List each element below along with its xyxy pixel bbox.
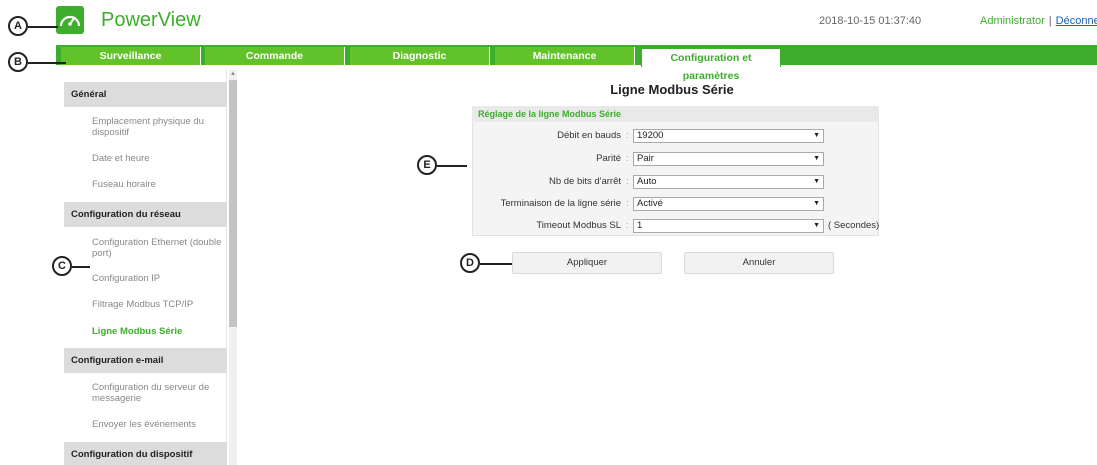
- sidebar-item-ligne-modbus[interactable]: Ligne Modbus Série: [92, 326, 224, 337]
- field-colon: :: [626, 198, 629, 209]
- parity-label: Parité: [596, 153, 621, 164]
- sidebar-item-config-ip[interactable]: Configuration IP: [92, 273, 224, 284]
- tab-maintenance[interactable]: Maintenance: [495, 47, 635, 65]
- callout-e: E: [417, 155, 437, 175]
- user-name: Administrator: [980, 15, 1045, 27]
- logout-link[interactable]: Déconnexion: [1056, 15, 1097, 27]
- timeout-select[interactable]: 1 ▼: [633, 219, 824, 233]
- parity-value: Pair: [637, 153, 654, 164]
- app-title: PowerView: [101, 9, 201, 31]
- callout-a-line: [28, 26, 58, 28]
- line-termination-label: Terminaison de la ligne série: [500, 198, 621, 209]
- sidebar-item-filtrage-modbus[interactable]: Filtrage Modbus TCP/IP: [92, 299, 224, 310]
- powerview-logo-icon: [56, 6, 84, 34]
- baud-rate-select[interactable]: 19200 ▼: [633, 129, 824, 143]
- sidebar-item-envoyer-evenements[interactable]: Envoyer les événements: [92, 419, 224, 430]
- callout-b: B: [8, 52, 28, 72]
- scroll-up-arrow-icon[interactable]: ▲: [229, 70, 237, 79]
- stop-bits-value: Auto: [637, 176, 657, 187]
- sidebar-item-date-heure[interactable]: Date et heure: [92, 153, 224, 164]
- callout-a: A: [8, 16, 28, 36]
- line-termination-select[interactable]: Activé ▼: [633, 197, 824, 211]
- tab-configuration[interactable]: Configuration et paramètres: [641, 48, 781, 82]
- callout-e-line: [437, 165, 467, 167]
- callout-c: C: [52, 256, 72, 276]
- baud-rate-value: 19200: [637, 130, 664, 141]
- sidebar-item-serveur-messagerie[interactable]: Configuration du serveur de messagerie: [92, 382, 224, 404]
- stop-bits-label: Nb de bits d'arrêt: [548, 176, 621, 187]
- panel-title: Réglage de la ligne Modbus Série: [478, 109, 622, 119]
- timeout-label: Timeout Modbus SL: [536, 220, 621, 231]
- tab-diagnostic[interactable]: Diagnostic: [350, 47, 490, 65]
- callout-c-line: [72, 266, 90, 268]
- sidebar-item-emplacement[interactable]: Emplacement physique du dispositif: [92, 116, 224, 138]
- timeout-unit: ( Secondes): [828, 220, 880, 231]
- field-colon: :: [626, 220, 629, 231]
- sidebar-section-reseau: Configuration du réseau: [64, 202, 227, 227]
- cancel-button[interactable]: Annuler: [684, 252, 834, 274]
- callout-b-line: [28, 62, 66, 64]
- datetime-display: 2018-10-15 01:37:40: [819, 15, 922, 27]
- sidebar-scroll-thumb[interactable]: [229, 80, 237, 327]
- parity-select[interactable]: Pair ▼: [633, 152, 824, 166]
- tab-commande[interactable]: Commande: [205, 47, 345, 65]
- modbus-settings-panel: [472, 106, 879, 236]
- sidebar-item-ethernet[interactable]: Configuration Ethernet (double port): [92, 237, 224, 259]
- timeout-value: 1: [637, 220, 643, 231]
- tab-surveillance[interactable]: Surveillance: [61, 47, 201, 65]
- page-title: Ligne Modbus Série: [610, 82, 734, 97]
- field-colon: :: [626, 130, 629, 141]
- baud-rate-label: Débit en bauds: [557, 130, 621, 141]
- chevron-down-icon: ▼: [813, 178, 820, 185]
- callout-d: D: [460, 253, 480, 273]
- field-colon: :: [626, 153, 629, 164]
- stop-bits-select[interactable]: Auto ▼: [633, 175, 824, 189]
- callout-d-line: [480, 263, 512, 265]
- sidebar-section-dispositif: Configuration du dispositif: [64, 442, 227, 465]
- field-colon: :: [626, 176, 629, 187]
- chevron-down-icon: ▼: [813, 200, 820, 207]
- header-separator: |: [1048, 15, 1052, 27]
- chevron-down-icon: ▼: [813, 155, 820, 162]
- chevron-down-icon: ▼: [813, 132, 820, 139]
- line-termination-value: Activé: [637, 198, 663, 209]
- chevron-down-icon: ▼: [813, 222, 820, 229]
- sidebar-item-fuseau-horaire[interactable]: Fuseau horaire: [92, 179, 224, 190]
- apply-button[interactable]: Appliquer: [512, 252, 662, 274]
- sidebar-section-email: Configuration e-mail: [64, 348, 227, 373]
- powerview-page: PowerView 2018-10-15 01:37:40 Administra…: [0, 0, 1097, 465]
- user-area: Administrator| Déconnexion: [980, 15, 1097, 27]
- sidebar-section-general: Général: [64, 82, 227, 107]
